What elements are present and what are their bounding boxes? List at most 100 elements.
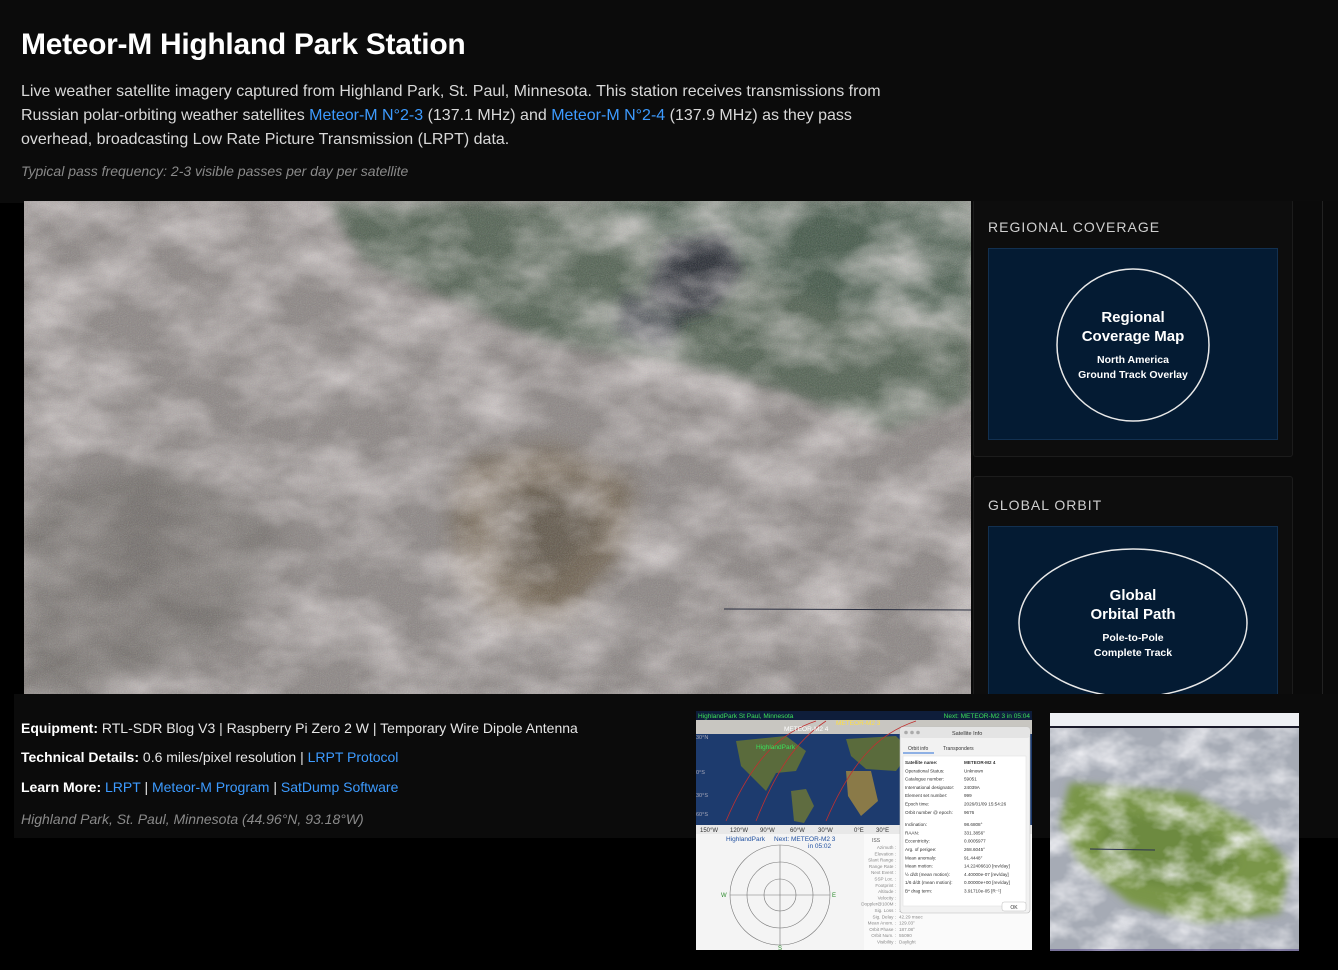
- dialog-row-value: 3.91710e-05 [R⁻¹]: [964, 889, 1001, 894]
- satellite-image-thumbnail[interactable]: [1050, 713, 1299, 951]
- list-row-value: 55090: [899, 933, 912, 938]
- page-header: Meteor-M Highland Park Station Live weat…: [0, 0, 1338, 203]
- list-row-label: Orbit Phase :: [869, 927, 896, 932]
- satellite-image[interactable]: [24, 201, 971, 694]
- dialog-row-label: Inclination:: [905, 822, 927, 827]
- dialog-row-label: Operational Status:: [905, 768, 944, 773]
- dialog-row-label: Eccentricity:: [905, 839, 930, 844]
- dialog-row-label: B* drag term:: [905, 889, 932, 894]
- lon-label: 60°W: [790, 828, 805, 834]
- meteor-m2-3-link[interactable]: Meteor-M N°2-3: [309, 107, 423, 124]
- technical-details-line: Technical Details: 0.6 miles/pixel resol…: [21, 749, 399, 765]
- thumbnail-image-graphic: [1050, 713, 1299, 951]
- dialog-row-label: Orbit number @ epoch:: [905, 810, 953, 815]
- list-row-value: 129.03°: [899, 921, 915, 926]
- lon-label: 30°W: [818, 828, 833, 834]
- station-label: HighlandPark: [756, 744, 796, 751]
- dialog-row-label: RAAN:: [905, 830, 919, 835]
- global-line1: Global: [1110, 587, 1157, 604]
- regional-coverage-map[interactable]: Regional Coverage Map North America Grou…: [988, 248, 1278, 440]
- lon-label: 150°W: [700, 828, 718, 834]
- global-line4: Complete Track: [1094, 647, 1172, 659]
- list-row-label: Altitude :: [878, 889, 896, 894]
- regional-line3: North America: [1097, 354, 1169, 366]
- list-row-label: Doppler@100M :: [861, 902, 896, 907]
- list-row-label: Range Rate :: [869, 864, 896, 869]
- satellite-info-dialog: Satellite Info Orbit info Transponders S…: [899, 726, 1031, 914]
- dialog-tab-orbit: Orbit info: [908, 746, 929, 752]
- satellite-image-graphic: [24, 201, 971, 694]
- global-line3: Pole-to-Pole: [1102, 632, 1163, 644]
- list-row-label: Next Event :: [871, 870, 896, 875]
- dialog-row-value: 4.40000e-07 [rev/day]: [964, 872, 1009, 877]
- sat-label-2: METEOR-M2 4: [784, 726, 829, 733]
- global-line2: Orbital Path: [1090, 606, 1175, 623]
- sidebar: REGIONAL COVERAGE Regional Coverage Map …: [971, 201, 1338, 694]
- list-row-value: 187.08°: [899, 927, 915, 932]
- lrpt-link[interactable]: LRPT: [105, 779, 141, 795]
- lon-label: 30°E: [876, 828, 889, 834]
- map-next-text: Next: METEOR-M2 3 in 05:04: [944, 713, 1031, 720]
- list-row-value: Daylight: [899, 940, 916, 945]
- dialog-row-value: Unknown: [964, 768, 984, 773]
- list-row-label: Azimuth :: [877, 845, 896, 850]
- list-row-label: Visibility :: [877, 940, 896, 945]
- dialog-row-value: 2026/01/09 15:54:26: [964, 802, 1007, 807]
- list-row-label: Orbit Num. :: [871, 933, 896, 938]
- dialog-row-value: 0.0005977: [964, 839, 986, 844]
- dialog-row-value: 999: [964, 793, 972, 798]
- lat-label: 0°S: [696, 770, 705, 776]
- pass-frequency-note: Typical pass frequency: 2-3 visible pass…: [21, 163, 409, 179]
- global-orbit-map[interactable]: Global Orbital Path Pole-to-Pole Complet…: [988, 526, 1278, 694]
- polar-s: S: [778, 946, 782, 950]
- regional-line2: Coverage Map: [1082, 328, 1185, 345]
- list-row-label: Elevation :: [875, 851, 896, 856]
- dialog-row-label: Element set number:: [905, 793, 947, 798]
- sat-label-1: METEOR-M2 3: [836, 720, 881, 727]
- meteor-m2-4-link[interactable]: Meteor-M N°2-4: [551, 107, 665, 124]
- polar-next: Next: METEOR-M2 3: [774, 836, 836, 843]
- dialog-tab-transponders: Transponders: [943, 746, 974, 752]
- list-row-label: Mean Anom. :: [868, 921, 896, 926]
- global-orbit-heading: GLOBAL ORBIT: [988, 497, 1103, 513]
- meteor-m-program-link[interactable]: Meteor-M Program: [152, 779, 269, 795]
- dialog-row-label: Mean motion:: [905, 864, 933, 869]
- dialog-row-label: Arg. of perigee:: [905, 847, 936, 852]
- regional-line4: Ground Track Overlay: [1078, 369, 1188, 381]
- list-row-label: Sig. Delay :: [873, 914, 897, 919]
- dialog-row-value: 331.3856°: [964, 830, 985, 835]
- page-title: Meteor-M Highland Park Station: [21, 28, 466, 61]
- regional-line1: Regional: [1101, 309, 1164, 326]
- list-row-label: Footprint :: [875, 883, 896, 888]
- dialog-row-label: Catalogue number:: [905, 777, 944, 782]
- dialog-ok-button: OK: [1010, 905, 1018, 911]
- global-orbit-panel: GLOBAL ORBIT Global Orbital Path Pole-to…: [973, 476, 1293, 694]
- regional-coverage-graphic: Regional Coverage Map North America Grou…: [1056, 268, 1210, 422]
- dialog-row-value: 98.6808°: [964, 822, 983, 827]
- lat-label: 30°N: [696, 735, 708, 741]
- sidebar-scroll-edge: [1322, 201, 1323, 694]
- lon-label: 90°W: [760, 828, 775, 834]
- regional-coverage-panel: REGIONAL COVERAGE Regional Coverage Map …: [973, 201, 1293, 457]
- lon-label: 0°E: [854, 828, 864, 834]
- list-row-label: Slant Range :: [868, 858, 896, 863]
- lrpt-protocol-link[interactable]: LRPT Protocol: [308, 749, 399, 765]
- polar-e: E: [832, 893, 836, 899]
- dialog-row-value: 0.00000e+00 [rev/day]: [964, 880, 1010, 885]
- dialog-row-value: 24039A: [964, 785, 981, 790]
- dialog-row-value: 9676: [964, 810, 975, 815]
- lat-label: 30°S: [696, 793, 708, 799]
- dialog-row-value: 268.6045°: [964, 847, 985, 852]
- dialog-row-label: Satellite name:: [905, 760, 938, 765]
- dialog-row-value: METEOR-M2 4: [964, 760, 996, 765]
- dialog-row-label: 1/6 d/dt (mean motion):: [905, 880, 953, 885]
- map-location-text: HighlandPark St Paul, Minnesota: [698, 713, 794, 720]
- gpredict-screenshot-thumbnail[interactable]: HighlandPark St Paul, Minnesota Next: ME…: [696, 711, 1032, 950]
- dialog-row-value: 59051: [964, 777, 977, 782]
- polar-title: HighlandPark: [726, 836, 766, 843]
- lat-label: 60°S: [696, 812, 708, 818]
- regional-coverage-heading: REGIONAL COVERAGE: [988, 219, 1161, 235]
- list-header: ISS: [872, 838, 881, 844]
- satdump-software-link[interactable]: SatDump Software: [281, 779, 399, 795]
- dialog-title: Satellite Info: [952, 731, 982, 737]
